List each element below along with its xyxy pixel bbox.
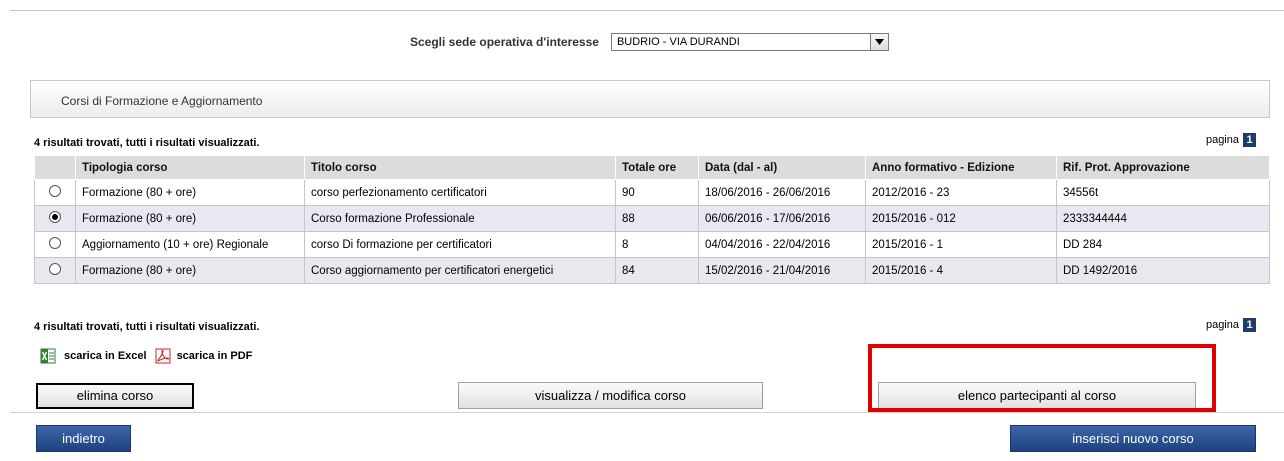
pagina-label: pagina [1205, 319, 1239, 331]
cell-titolo: Corso aggiornamento per certificatori en… [304, 257, 616, 284]
inserisci-nuovo-corso-button[interactable]: inserisci nuovo corso [1010, 425, 1256, 452]
panel-title: Corsi di Formazione e Aggiornamento [61, 94, 263, 108]
cell-titolo: corso Di formazione per certificatori [304, 231, 616, 258]
panel-header: Corsi di Formazione e Aggiornamento [30, 80, 1270, 118]
cell-rif: DD 284 [1056, 231, 1270, 258]
cell-ore: 8 [615, 231, 699, 258]
header-rif: Rif. Prot. Approvazione [1056, 155, 1270, 180]
excel-download-link[interactable]: scarica in Excel [64, 350, 147, 362]
table-row[interactable]: Formazione (80 + ore) Corso aggiornament… [34, 257, 1270, 284]
cell-rif: 34556t [1056, 179, 1270, 206]
sede-label: Scegli sede operativa d'interesse [410, 35, 599, 49]
excel-icon[interactable] [40, 348, 56, 364]
cell-rif: DD 1492/2016 [1056, 257, 1270, 284]
header-titolo: Titolo corso [304, 155, 616, 180]
download-links: scarica in Excel scarica in PDF [40, 348, 252, 364]
cell-anno: 2015/2016 - 1 [865, 231, 1057, 258]
cell-data: 18/06/2016 - 26/06/2016 [698, 179, 866, 206]
elimina-corso-button[interactable]: elimina corso [36, 383, 194, 409]
bottom-divider [10, 412, 1284, 413]
cell-rif: 2333344444 [1056, 205, 1270, 232]
cell-data: 04/04/2016 - 22/04/2016 [698, 231, 866, 258]
pagination-top: pagina 1 [1206, 133, 1256, 147]
page-number-button[interactable]: 1 [1243, 133, 1256, 147]
cell-ore: 88 [615, 205, 699, 232]
cell-titolo: Corso formazione Professionale [304, 205, 616, 232]
cell-titolo: corso perfezionamento certificatori [304, 179, 616, 206]
row-radio-selected[interactable] [49, 211, 61, 223]
header-data: Data (dal - al) [698, 155, 866, 180]
cell-anno: 2015/2016 - 4 [865, 257, 1057, 284]
results-info-bottom: 4 risultati trovati, tutti i risultati v… [34, 321, 260, 333]
cell-ore: 84 [615, 257, 699, 284]
page-number-button[interactable]: 1 [1243, 318, 1256, 332]
cell-ore: 90 [615, 179, 699, 206]
table-header-row: Tipologia corso Titolo corso Totale ore … [34, 155, 1270, 180]
cell-tipologia: Formazione (80 + ore) [75, 179, 305, 206]
table-row[interactable]: Formazione (80 + ore) Corso formazione P… [34, 205, 1270, 232]
indietro-button[interactable]: indietro [36, 425, 131, 452]
sede-selector: Scegli sede operativa d'interesse BUDRIO… [410, 33, 889, 51]
cell-data: 06/06/2016 - 17/06/2016 [698, 205, 866, 232]
table-row[interactable]: Aggiornamento (10 + ore) Regionale corso… [34, 231, 1270, 258]
highlight-box [868, 344, 1216, 412]
cell-tipologia: Aggiornamento (10 + ore) Regionale [75, 231, 305, 258]
row-radio[interactable] [49, 185, 61, 197]
top-divider [10, 10, 1284, 11]
courses-table: Tipologia corso Titolo corso Totale ore … [34, 155, 1270, 284]
results-info-top: 4 risultati trovati, tutti i risultati v… [34, 137, 260, 149]
header-anno: Anno formativo - Edizione [865, 155, 1057, 180]
pagination-bottom: pagina 1 [1206, 318, 1256, 332]
pagina-label: pagina [1205, 134, 1239, 146]
header-select [34, 155, 76, 180]
table-row[interactable]: Formazione (80 + ore) corso perfezioname… [34, 179, 1270, 206]
header-tipologia: Tipologia corso [75, 155, 305, 180]
row-radio[interactable] [49, 263, 61, 275]
cell-anno: 2012/2016 - 23 [865, 179, 1057, 206]
header-ore: Totale ore [615, 155, 699, 180]
visualizza-modifica-button[interactable]: visualizza / modifica corso [458, 382, 763, 409]
pdf-download-link[interactable]: scarica in PDF [177, 350, 253, 362]
pdf-icon[interactable] [155, 348, 171, 364]
sede-selected-value: BUDRIO - VIA DURANDI [616, 36, 740, 48]
sede-select[interactable]: BUDRIO - VIA DURANDI [610, 33, 889, 51]
cell-anno: 2015/2016 - 012 [865, 205, 1057, 232]
cell-data: 15/02/2016 - 21/04/2016 [698, 257, 866, 284]
cell-tipologia: Formazione (80 + ore) [75, 257, 305, 284]
chevron-down-icon[interactable] [869, 34, 888, 50]
row-radio[interactable] [49, 237, 61, 249]
cell-tipologia: Formazione (80 + ore) [75, 205, 305, 232]
